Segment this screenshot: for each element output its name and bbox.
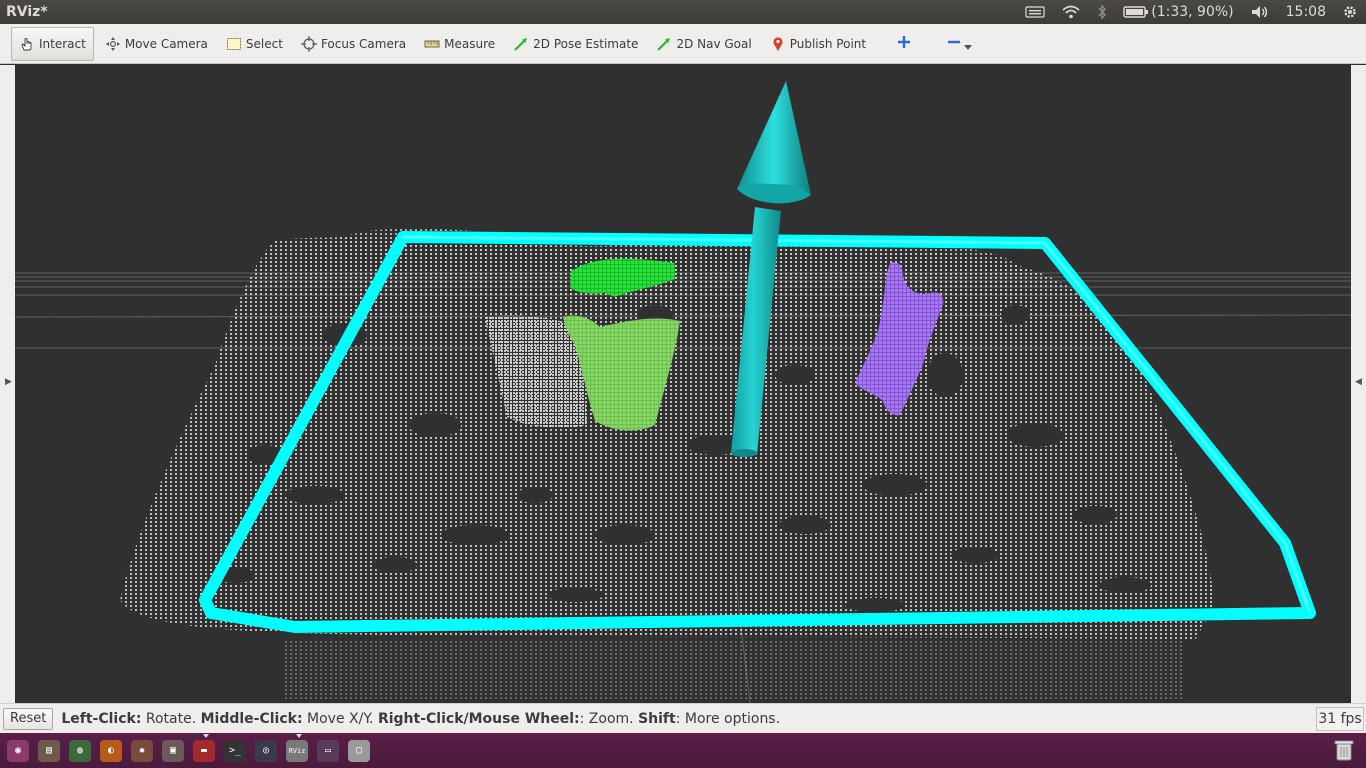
toolbar: Interact Move Camera Select Focus Camera… <box>0 24 1366 64</box>
reset-button[interactable]: Reset <box>3 707 54 730</box>
status-bar: Reset Left-Click: Rotate. Middle-Click: … <box>0 703 1366 733</box>
select-tool-button[interactable]: Select <box>219 27 290 61</box>
launcher-item-app-9[interactable]: ◎ <box>252 737 280 765</box>
launcher-item-app-7[interactable]: ▬ <box>190 733 218 765</box>
help-text: : Zoom. <box>579 710 639 727</box>
top-panel: RViz* (1:33, 90%) 15:08 <box>0 0 1366 24</box>
help-key: Shift <box>638 710 676 727</box>
tool-label: Focus Camera <box>320 36 407 51</box>
interact-tool-button[interactable]: Interact <box>11 26 94 61</box>
tool-label: Measure <box>444 36 496 51</box>
keyboard-icon[interactable] <box>1017 0 1053 24</box>
focus-camera-icon <box>300 35 317 52</box>
ruler-icon <box>424 36 440 52</box>
fps-counter: 31 fps <box>1316 707 1364 731</box>
focus-camera-tool-button[interactable]: Focus Camera <box>294 27 413 61</box>
map-pin-icon <box>770 36 786 52</box>
left-panel-collapse-rail[interactable]: ▶ <box>0 65 15 703</box>
launcher-item-settings[interactable]: ✹ <box>128 737 156 765</box>
help-key: Left-Click: <box>61 710 142 727</box>
render-viewport[interactable] <box>15 65 1351 703</box>
tool-label: 2D Pose Estimate <box>533 36 639 51</box>
volume-icon[interactable] <box>1242 0 1278 24</box>
ubuntu-logo-icon: ◉ <box>7 739 29 762</box>
move-camera-tool-button[interactable]: Move Camera <box>98 27 215 61</box>
window-title: RViz* <box>6 4 48 20</box>
add-tool-button[interactable] <box>887 27 921 61</box>
firefox-icon: ◐ <box>100 739 122 762</box>
bluetooth-icon[interactable] <box>1089 0 1115 24</box>
add-tool-icon <box>897 35 911 52</box>
indicator-area: (1:33, 90%) 15:08 <box>1017 0 1366 24</box>
drive-icon: ▢ <box>348 739 370 762</box>
launcher-item-app-6[interactable]: ▣ <box>159 737 187 765</box>
status-help-text: Left-Click: Rotate. Middle-Click: Move X… <box>61 711 780 727</box>
launcher-item-dash-home[interactable]: ◉ <box>4 737 32 765</box>
measure-tool-button[interactable]: Measure <box>417 27 502 61</box>
remove-tool-button[interactable] <box>937 27 976 61</box>
tool-label: Move Camera <box>124 36 208 51</box>
expand-left-arrow-icon[interactable]: ▶ <box>5 377 12 387</box>
launcher-item-app-11[interactable]: ▭ <box>314 737 342 765</box>
rviz-icon: RViz <box>286 739 308 762</box>
nav-arrow-icon <box>656 36 672 52</box>
tool-label: 2D Nav Goal <box>676 36 752 51</box>
help-text: Rotate. <box>141 710 201 727</box>
right-panel-collapse-rail[interactable]: ◀ <box>1351 65 1366 703</box>
hand-icon <box>19 36 35 52</box>
globe-icon: ◎ <box>255 739 277 762</box>
launcher-items: ◉ ▤ ◍ ◐ ✹ ▣ ▬ >_ ◎ RViz ▭ ▢ <box>4 733 376 765</box>
clock[interactable]: 15:08 <box>1278 0 1334 24</box>
launcher-item-firefox[interactable]: ◐ <box>97 737 125 765</box>
help-key: Right-Click/Mouse Wheel: <box>377 710 580 727</box>
help-key: Middle-Click: <box>200 710 303 727</box>
move-camera-icon <box>105 36 121 52</box>
help-text: Move X/Y. <box>302 710 378 727</box>
gear-icon[interactable] <box>1334 0 1366 24</box>
launcher-item-rviz[interactable]: RViz <box>283 733 311 765</box>
publish-point-tool-button[interactable]: Publish Point <box>763 27 873 61</box>
launcher-bar: ◉ ▤ ◍ ◐ ✹ ▣ ▬ >_ ◎ RViz ▭ ▢ <box>0 733 1366 768</box>
trash-icon[interactable] <box>1330 736 1358 764</box>
launcher-item-chrome[interactable]: ◍ <box>66 737 94 765</box>
tool-label: Select <box>245 36 283 51</box>
launcher-item-files[interactable]: ▤ <box>35 737 63 765</box>
launcher-item-terminal[interactable]: >_ <box>221 737 249 765</box>
remove-tool-icon <box>947 35 961 52</box>
pose-estimate-tool-button[interactable]: 2D Pose Estimate <box>506 27 645 61</box>
battery-icon <box>1123 6 1149 18</box>
dropdown-arrow-icon <box>964 40 973 54</box>
system-settings-icon: ✹ <box>131 739 153 762</box>
window-icon: ▭ <box>317 739 339 762</box>
terminal-icon: >_ <box>224 739 246 762</box>
expand-right-arrow-icon[interactable]: ◀ <box>1355 377 1362 387</box>
chrome-icon: ◍ <box>69 739 91 762</box>
tool-label: Interact <box>39 36 86 51</box>
wifi-icon[interactable] <box>1053 0 1089 24</box>
battery-indicator[interactable]: (1:33, 90%) <box>1115 0 1241 24</box>
pose-arrow-icon <box>513 36 529 52</box>
nav-goal-tool-button[interactable]: 2D Nav Goal <box>649 27 758 61</box>
rendered-scene <box>15 81 1351 703</box>
select-icon <box>226 36 242 52</box>
launcher-item-app-12[interactable]: ▢ <box>345 737 373 765</box>
app-red-icon: ▬ <box>193 739 215 762</box>
tool-label: Publish Point <box>789 36 867 51</box>
app-icon: ▣ <box>162 739 184 762</box>
files-icon: ▤ <box>38 739 60 762</box>
help-text: : More options. <box>675 710 781 727</box>
battery-text: (1:33, 90%) <box>1151 4 1234 20</box>
